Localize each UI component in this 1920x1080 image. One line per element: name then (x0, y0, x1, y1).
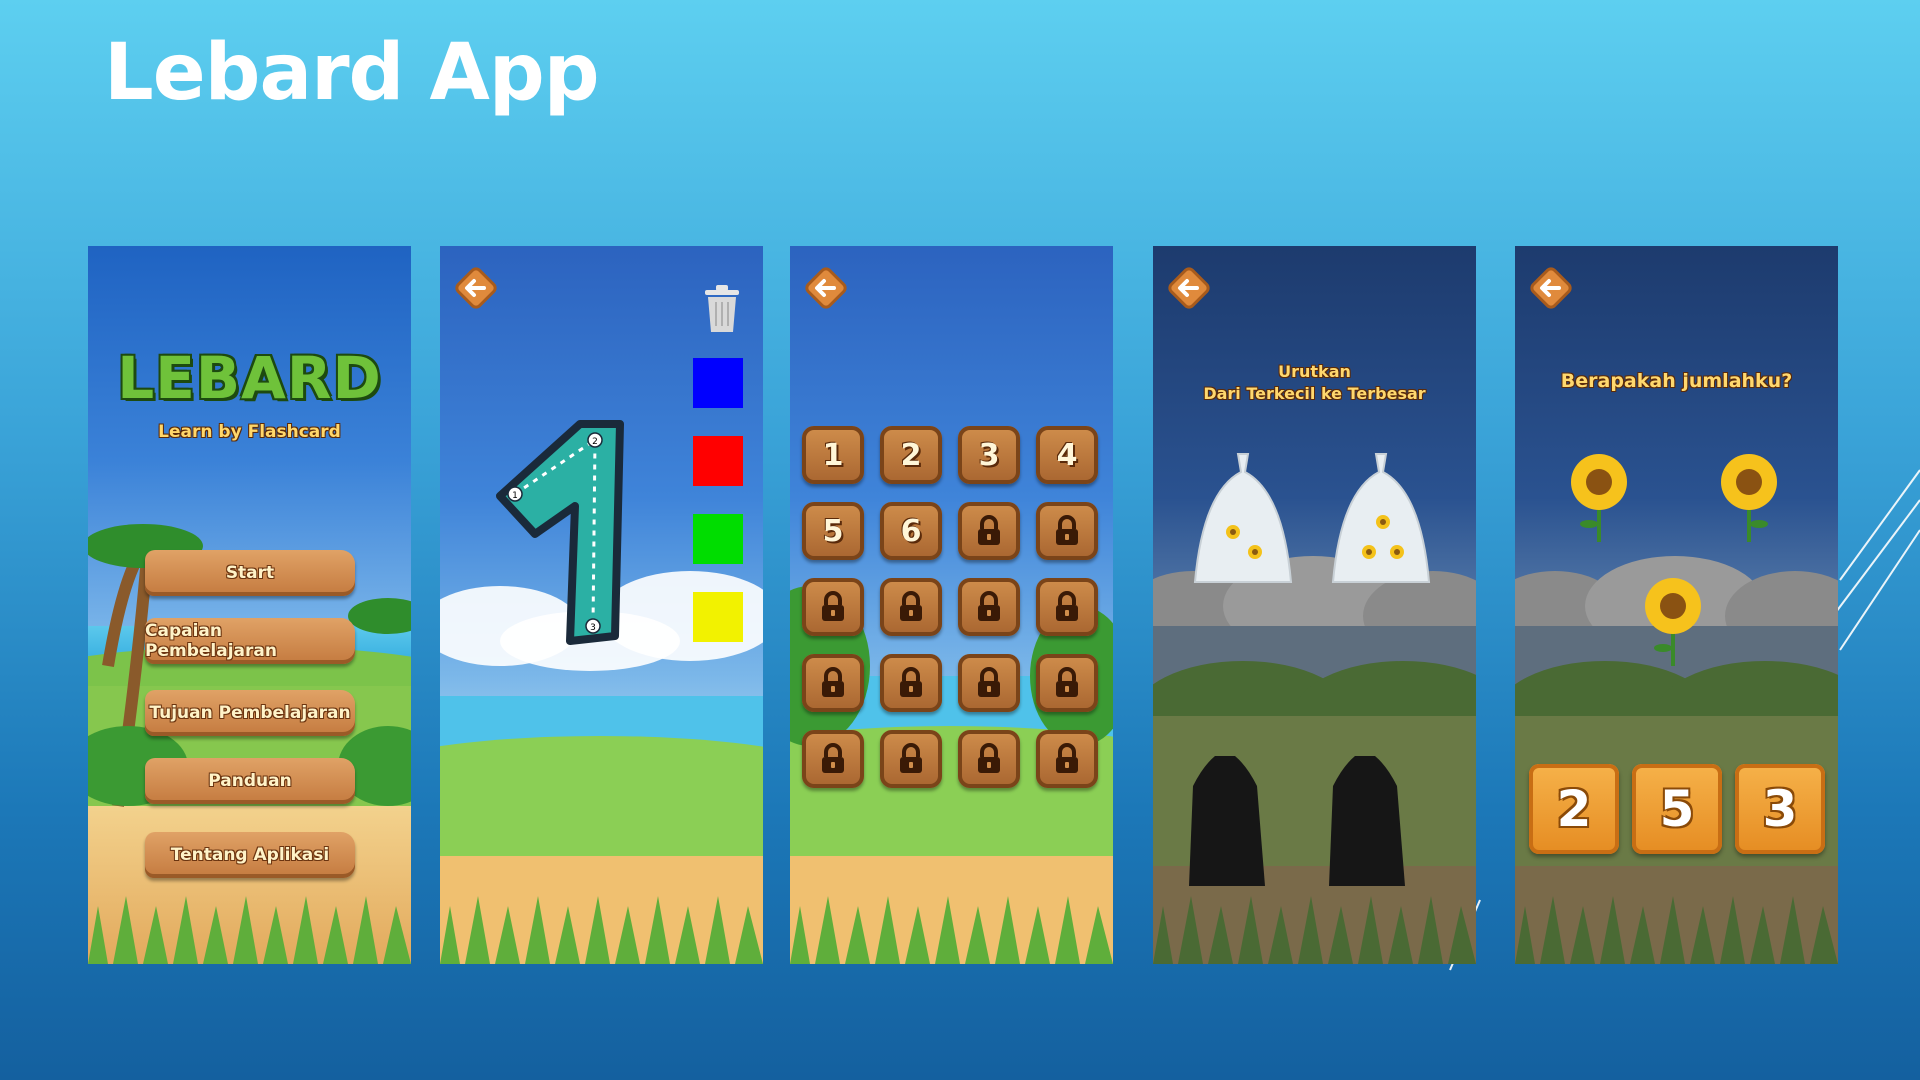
level-tile-2[interactable]: 2 (880, 426, 942, 484)
back-arrow-icon[interactable] (1527, 264, 1575, 312)
start-button[interactable]: Start (145, 550, 355, 596)
lock-icon (900, 743, 922, 773)
lock-icon (822, 667, 844, 697)
level-tile-locked[interactable] (802, 730, 864, 788)
screen-main-menu: LEBARD Learn by Flashcard Start Capaian … (88, 246, 411, 964)
svg-text:1: 1 (512, 491, 518, 501)
color-swatch-green[interactable] (693, 514, 743, 564)
lock-icon (978, 515, 1000, 545)
lock-icon (900, 667, 922, 697)
back-arrow-icon[interactable] (452, 264, 500, 312)
capaian-pembelajaran-button[interactable]: Capaian Pembelajaran (145, 618, 355, 664)
level-tile-5[interactable]: 5 (802, 502, 864, 560)
back-arrow-icon[interactable] (802, 264, 850, 312)
lock-icon (822, 591, 844, 621)
level-tile-locked[interactable] (1036, 502, 1098, 560)
lock-icon (900, 591, 922, 621)
back-arrow-icon[interactable] (1165, 264, 1213, 312)
sunflower-icon (1571, 454, 1627, 542)
lock-icon (1056, 515, 1078, 545)
level-tile-locked[interactable] (958, 730, 1020, 788)
answer-option-2[interactable]: 5 (1632, 764, 1722, 854)
beach-background (1153, 556, 1476, 964)
sunflower-icon (1721, 454, 1777, 542)
lock-icon (978, 743, 1000, 773)
lock-icon (1056, 591, 1078, 621)
level-tile-locked[interactable] (880, 654, 942, 712)
level-tile-locked[interactable] (958, 654, 1020, 712)
app-tagline: Learn by Flashcard (158, 422, 341, 442)
level-tile-3[interactable]: 3 (958, 426, 1020, 484)
level-tile-locked[interactable] (958, 578, 1020, 636)
svg-text:3: 3 (590, 623, 596, 633)
screen-ordering-game: Urutkan Dari Terkecil ke Terbesar (1153, 246, 1476, 964)
level-tile-1[interactable]: 1 (802, 426, 864, 484)
lock-icon (1056, 667, 1078, 697)
level-tile-6[interactable]: 6 (880, 502, 942, 560)
digit-tracing-template[interactable]: 1 2 3 (490, 416, 640, 656)
level-tile-locked[interactable] (880, 578, 942, 636)
flower-bag-card-2[interactable] (1331, 452, 1431, 586)
lock-icon (822, 743, 844, 773)
level-tile-locked[interactable] (802, 578, 864, 636)
level-tile-locked[interactable] (1036, 654, 1098, 712)
slide-title: Lebard App (104, 28, 600, 118)
question-title: Berapakah jumlahku? (1560, 370, 1793, 392)
screen-counting-game: Berapakah jumlahku? 2 5 3 (1515, 246, 1838, 964)
sunflower-icon (1645, 578, 1701, 666)
level-tile-locked[interactable] (958, 502, 1020, 560)
panduan-button[interactable]: Panduan (145, 758, 355, 804)
answer-option-1[interactable]: 2 (1529, 764, 1619, 854)
svg-text:2: 2 (592, 437, 598, 447)
tentang-aplikasi-button[interactable]: Tentang Aplikasi (145, 832, 355, 878)
color-swatch-blue[interactable] (693, 358, 743, 408)
question-line-2: Dari Terkecil ke Terbesar (1203, 384, 1426, 403)
color-swatch-red[interactable] (693, 436, 743, 486)
level-tile-4[interactable]: 4 (1036, 426, 1098, 484)
question-line-1: Urutkan (1278, 362, 1351, 381)
level-tile-locked[interactable] (880, 730, 942, 788)
lock-icon (978, 591, 1000, 621)
lock-icon (1056, 743, 1078, 773)
tujuan-pembelajaran-button[interactable]: Tujuan Pembelajaran (145, 690, 355, 736)
lock-icon (978, 667, 1000, 697)
trash-icon[interactable] (703, 284, 741, 334)
screen-level-select: 1 2 3 4 5 6 (790, 246, 1113, 964)
level-tile-locked[interactable] (1036, 578, 1098, 636)
color-swatch-yellow[interactable] (693, 592, 743, 642)
app-logo: LEBARD (117, 344, 382, 412)
flower-bag-card-1[interactable] (1193, 452, 1293, 586)
level-tile-locked[interactable] (802, 654, 864, 712)
level-tile-locked[interactable] (1036, 730, 1098, 788)
screen-tracing: 1 2 3 (440, 246, 763, 964)
answer-option-3[interactable]: 3 (1735, 764, 1825, 854)
